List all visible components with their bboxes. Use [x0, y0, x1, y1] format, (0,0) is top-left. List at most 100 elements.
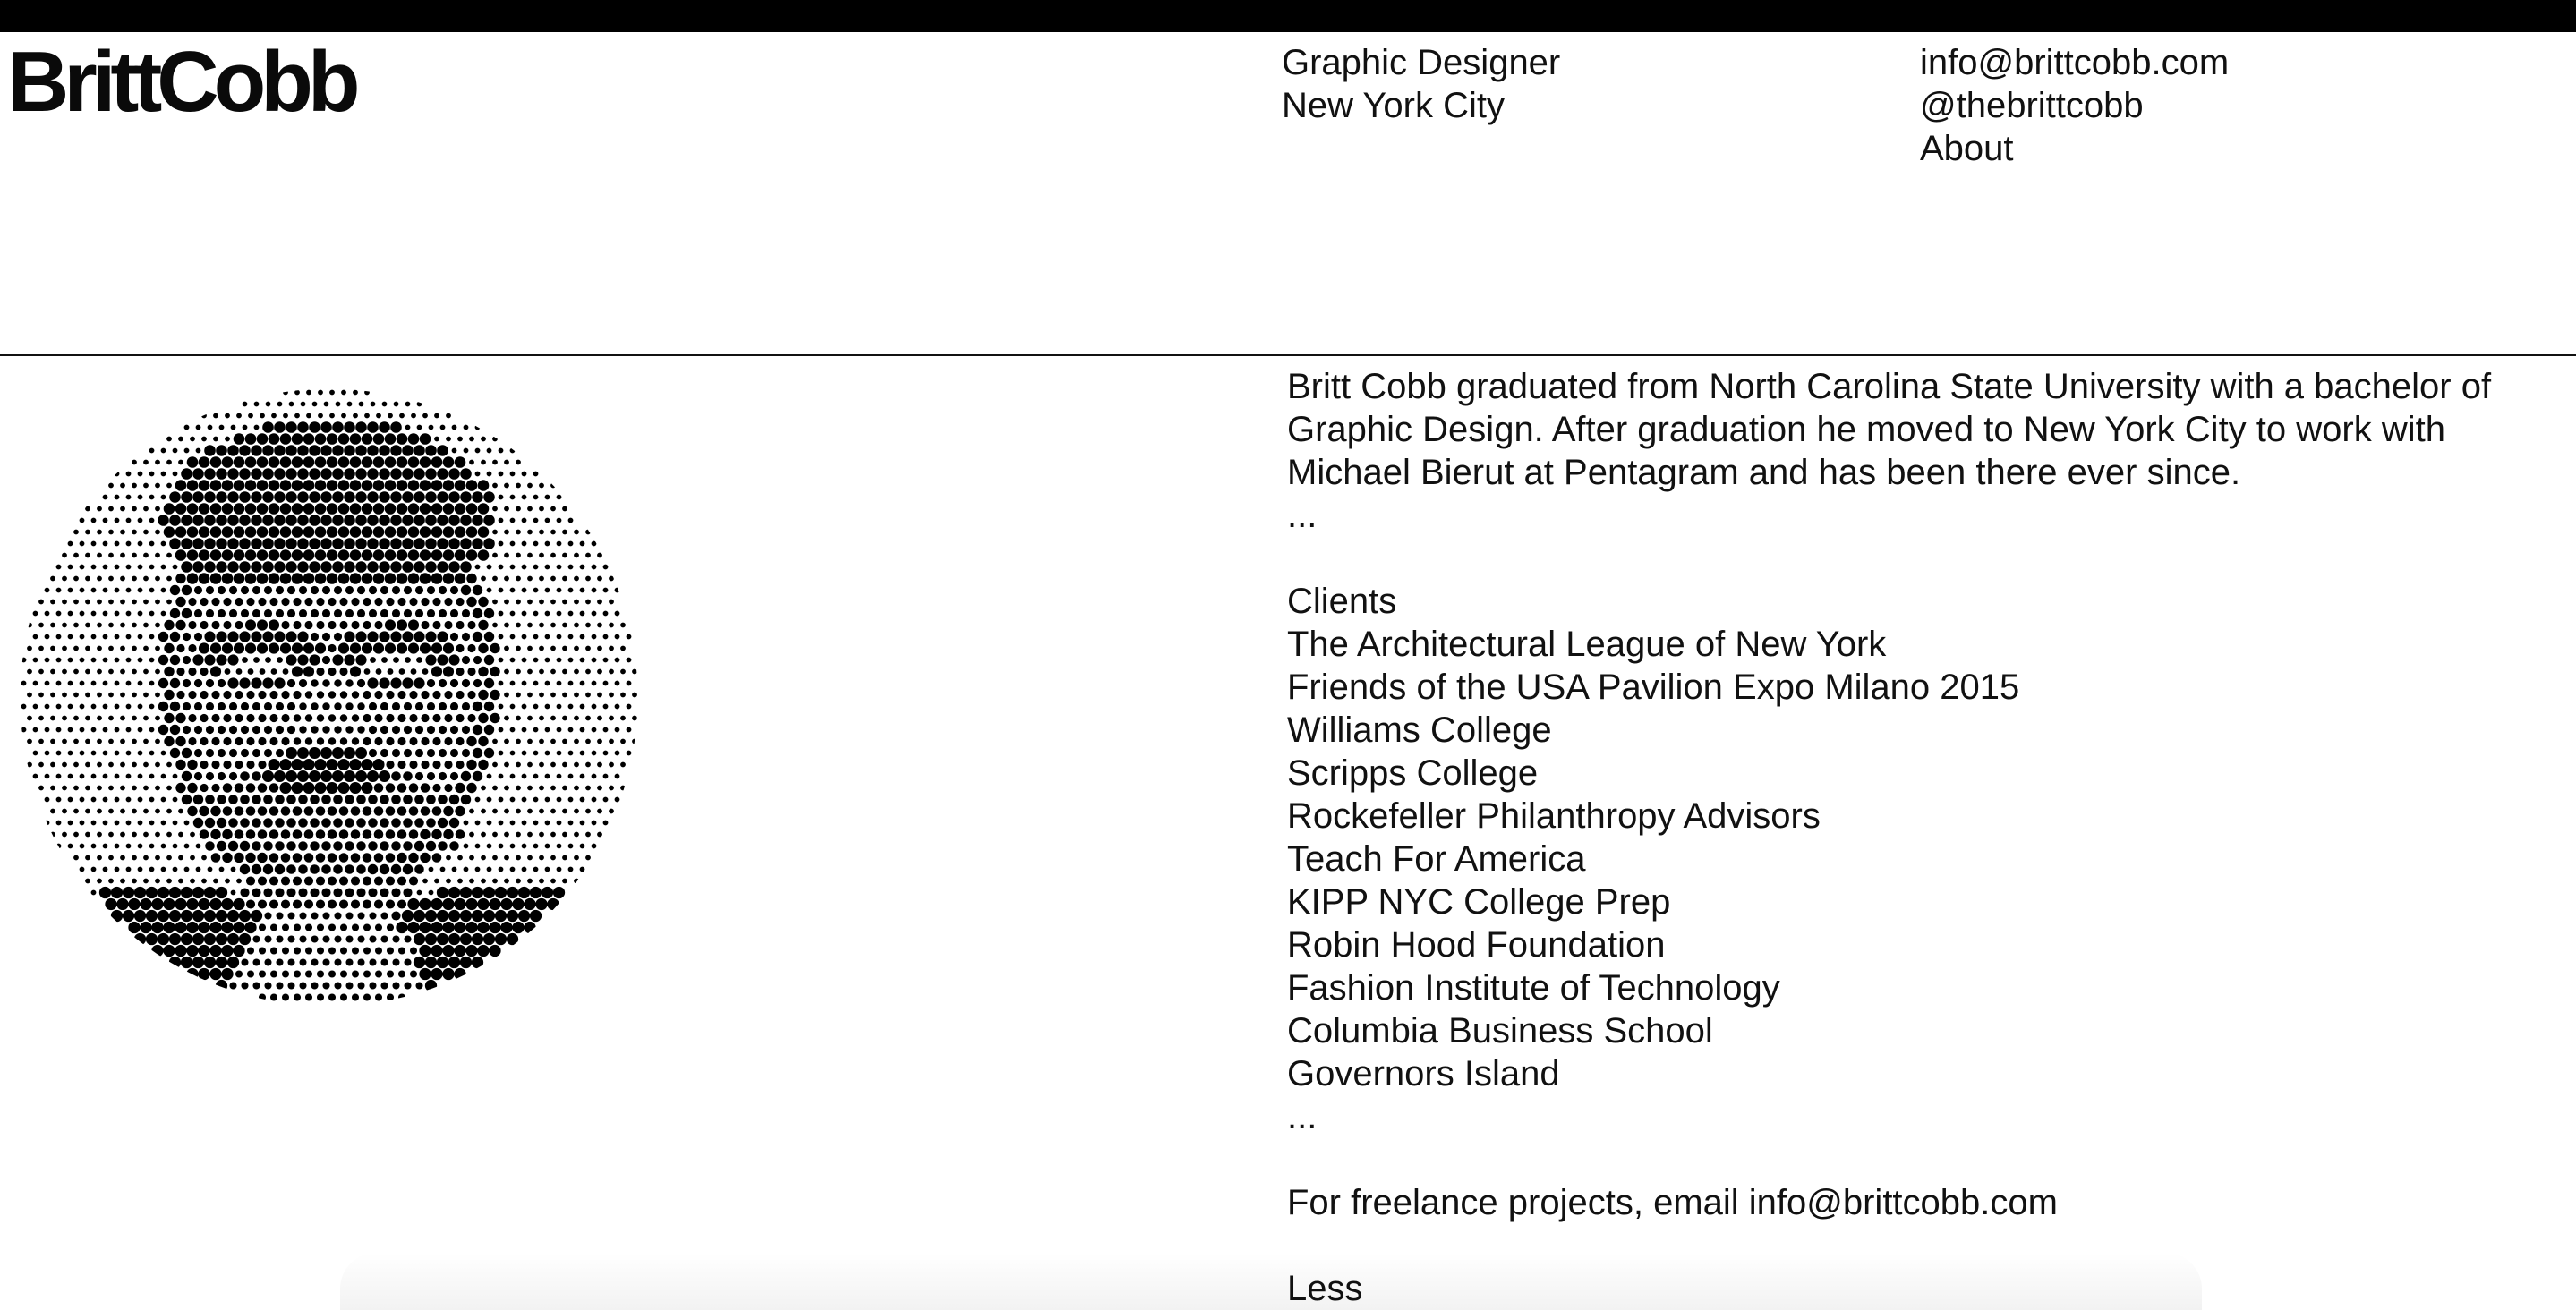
halftone-dot	[21, 657, 27, 663]
halftone-dot	[614, 657, 620, 663]
halftone-dot	[539, 808, 544, 814]
halftone-dot	[320, 746, 333, 760]
halftone-dot	[492, 436, 498, 442]
halftone-dot	[408, 806, 419, 816]
halftone-dot	[521, 587, 527, 593]
halftone-dot	[268, 526, 280, 538]
halftone-dot	[357, 958, 365, 966]
halftone-dot	[585, 831, 591, 838]
halftone-dot	[322, 958, 330, 966]
halftone-dot	[550, 575, 556, 582]
halftone-dot	[420, 829, 431, 840]
halftone-dot	[397, 597, 406, 607]
halftone-dot	[304, 620, 313, 630]
halftone-dot	[323, 401, 329, 407]
halftone-dot	[527, 482, 533, 489]
halftone-dot	[321, 655, 331, 665]
halftone-dot	[280, 876, 291, 886]
site-logo[interactable]: BrittCobb	[7, 39, 361, 125]
halftone-dot	[460, 515, 472, 526]
about-link[interactable]: About	[1920, 127, 2229, 170]
halftone-dot	[579, 634, 585, 640]
halftone-dot	[442, 642, 455, 654]
halftone-dot	[380, 888, 389, 897]
halftone-dot	[205, 585, 215, 595]
email-link[interactable]: info@brittcobb.com	[1920, 41, 2229, 84]
halftone-dot	[351, 714, 360, 722]
halftone-dot	[509, 727, 516, 733]
halftone-dot	[414, 818, 424, 828]
halftone-dot	[409, 736, 418, 746]
halftone-dot	[221, 480, 234, 491]
halftone-dot	[597, 692, 602, 698]
halftone-dot	[209, 573, 222, 584]
halftone-dot	[632, 692, 637, 698]
halftone-dot	[285, 770, 298, 783]
halftone-dot	[419, 433, 431, 445]
halftone-dot	[216, 491, 227, 503]
halftone-dot	[286, 631, 297, 642]
halftone-dot	[216, 631, 227, 642]
halftone-dot	[345, 912, 354, 920]
halftone-dot	[368, 585, 378, 595]
halftone-dot	[372, 456, 385, 468]
halftone-dot	[381, 401, 388, 407]
halftone-dot	[368, 725, 378, 735]
halftone-dot	[205, 748, 215, 758]
halftone-dot	[275, 725, 285, 735]
halftone-dot	[316, 923, 325, 931]
halftone-dot	[579, 540, 585, 547]
halftone-dot	[521, 750, 527, 756]
halftone-dot	[405, 424, 411, 430]
clients-more-link[interactable]: ...	[1287, 1095, 2558, 1138]
halftone-dot	[299, 982, 307, 990]
halftone-dot	[391, 888, 401, 897]
halftone-dot	[259, 668, 266, 675]
halftone-dot	[591, 727, 597, 733]
halftone-dot	[550, 506, 556, 512]
halftone-dot	[585, 761, 591, 768]
halftone-dot	[370, 401, 376, 407]
halftone-dot	[216, 445, 227, 456]
bio-more-link[interactable]: ...	[1287, 494, 2558, 537]
halftone-dot	[281, 947, 290, 955]
halftone-dot	[498, 587, 504, 593]
halftone-dot	[252, 958, 260, 966]
halftone-dot	[183, 820, 190, 826]
halftone-dot	[539, 622, 544, 628]
halftone-dot	[483, 701, 495, 712]
halftone-dot	[483, 631, 495, 642]
halftone-dot	[44, 727, 50, 733]
halftone-dot	[516, 692, 521, 698]
client-item: Fashion Institute of Technology	[1287, 968, 1780, 1008]
halftone-dot	[321, 632, 331, 642]
halftone-dot	[351, 691, 360, 699]
halftone-dot	[264, 982, 272, 990]
halftone-dot	[205, 725, 215, 735]
halftone-dot	[62, 645, 67, 651]
halftone-dot	[274, 538, 286, 549]
halftone-dot	[521, 564, 527, 570]
halftone-dot	[257, 852, 268, 863]
halftone-dot	[287, 982, 295, 990]
halftone-dot	[195, 424, 201, 430]
halftone-dot	[209, 549, 222, 561]
halftone-dot	[504, 715, 509, 721]
halftone-dot	[442, 456, 455, 468]
instagram-link[interactable]: @thebrittcobb	[1920, 84, 2229, 127]
halftone-dot	[239, 468, 251, 480]
halftone-dot	[55, 634, 62, 640]
halftone-dot	[567, 657, 574, 663]
halftone-dot	[349, 758, 362, 771]
halftone-dot	[258, 713, 267, 723]
halftone-dot	[403, 795, 413, 804]
halftone-dot	[539, 878, 544, 884]
halftone-dot	[262, 491, 274, 503]
halftone-dot	[396, 619, 408, 631]
halftone-dot	[426, 771, 436, 781]
less-link[interactable]: Less	[1287, 1267, 2558, 1310]
halftone-dot	[120, 808, 125, 814]
halftone-dot	[419, 967, 431, 981]
halftone-dot	[333, 818, 343, 828]
client-item: Teach For America	[1287, 839, 1586, 879]
